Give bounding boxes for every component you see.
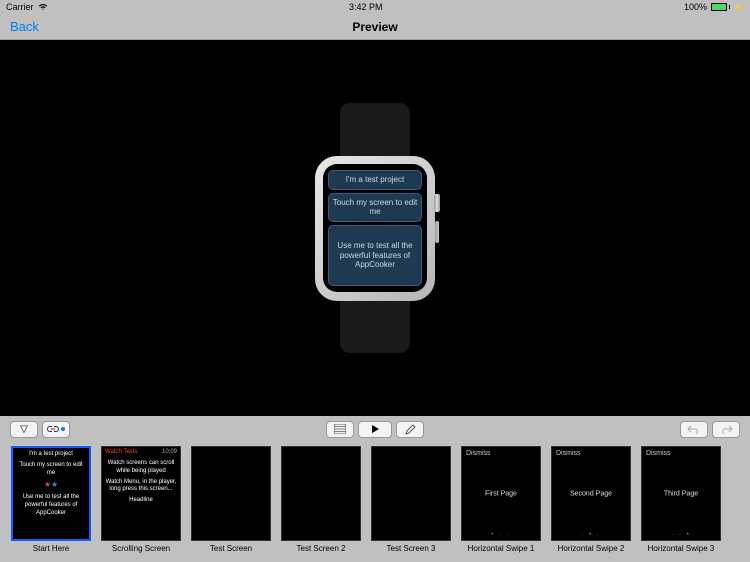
thumbnail-label: Start Here [33, 544, 69, 553]
link-indicator-dot [61, 427, 65, 431]
thumbnail-preview[interactable] [281, 446, 361, 541]
thumbnail-preview[interactable]: Watch Tests10:09Watch screens can scroll… [101, 446, 181, 541]
thumbnail-preview[interactable]: DismissThird Page· · • [641, 446, 721, 541]
nav-bar: Back Preview [0, 14, 750, 40]
thumbnail-item[interactable]: DismissFirst Page• · · Horizontal Swipe 1 [460, 446, 542, 560]
thumbnail-label: Scrolling Screen [112, 544, 170, 553]
thumbnail-preview[interactable] [371, 446, 451, 541]
thumbnail-label: Test Screen 3 [387, 544, 436, 553]
status-bar: Carrier 3:42 PM 100% ⚡ [0, 0, 750, 14]
edit-button[interactable] [396, 421, 424, 438]
thumbnail-preview[interactable]: I'm a test projectTouch my screen to edi… [11, 446, 91, 541]
link-button[interactable] [42, 421, 70, 438]
watch-side-button [435, 221, 439, 243]
play-button[interactable] [358, 421, 392, 438]
dropdown-button[interactable]: ▽ [10, 421, 38, 438]
thumbnail-label: Test Screen [210, 544, 252, 553]
thumbnail-label: Horizontal Swipe 3 [648, 544, 715, 553]
thumbnail-preview[interactable]: DismissSecond Page· • · [551, 446, 631, 541]
thumbnail-preview[interactable] [191, 446, 271, 541]
thumbnail-item[interactable]: I'm a test projectTouch my screen to edi… [10, 446, 92, 560]
thumbnail-preview[interactable]: DismissFirst Page• · · [461, 446, 541, 541]
toolbar: ▽ [0, 416, 750, 442]
battery-percent: 100% [684, 2, 707, 12]
thumbnail-item[interactable]: Watch Tests10:09Watch screens can scroll… [100, 446, 182, 560]
thumbnails-strip[interactable]: I'm a test projectTouch my screen to edi… [0, 442, 750, 562]
thumbnail-item[interactable]: Test Screen 3 [370, 446, 452, 560]
thumbnail-item[interactable]: DismissThird Page· · • Horizontal Swipe 3 [640, 446, 722, 560]
charging-icon: ⚡ [734, 3, 744, 12]
watch-cell-3[interactable]: Use me to test all the powerful features… [328, 225, 422, 286]
status-time: 3:42 PM [349, 2, 383, 12]
thumbnail-label: Test Screen 2 [297, 544, 346, 553]
redo-button[interactable] [712, 421, 740, 438]
carrier-label: Carrier [6, 2, 34, 12]
thumbnail-item[interactable]: DismissSecond Page· • · Horizontal Swipe … [550, 446, 632, 560]
battery-icon [711, 3, 730, 11]
watch-screen[interactable]: I'm a test project Touch my screen to ed… [323, 164, 427, 292]
thumbnail-item[interactable]: Test Screen [190, 446, 272, 560]
back-button[interactable]: Back [0, 19, 39, 34]
watch-cell-1[interactable]: I'm a test project [328, 170, 422, 190]
thumbnail-item[interactable]: Test Screen 2 [280, 446, 362, 560]
watch-cell-2[interactable]: Touch my screen to edit me [328, 193, 422, 222]
watch-crown [434, 194, 440, 212]
list-view-button[interactable] [326, 421, 354, 438]
preview-canvas[interactable]: I'm a test project Touch my screen to ed… [0, 40, 750, 416]
page-title: Preview [352, 20, 397, 34]
thumbnail-label: Horizontal Swipe 1 [468, 544, 535, 553]
thumbnail-label: Horizontal Swipe 2 [558, 544, 625, 553]
wifi-icon [38, 3, 48, 11]
watch-device: I'm a test project Touch my screen to ed… [295, 93, 455, 363]
undo-button[interactable] [680, 421, 708, 438]
